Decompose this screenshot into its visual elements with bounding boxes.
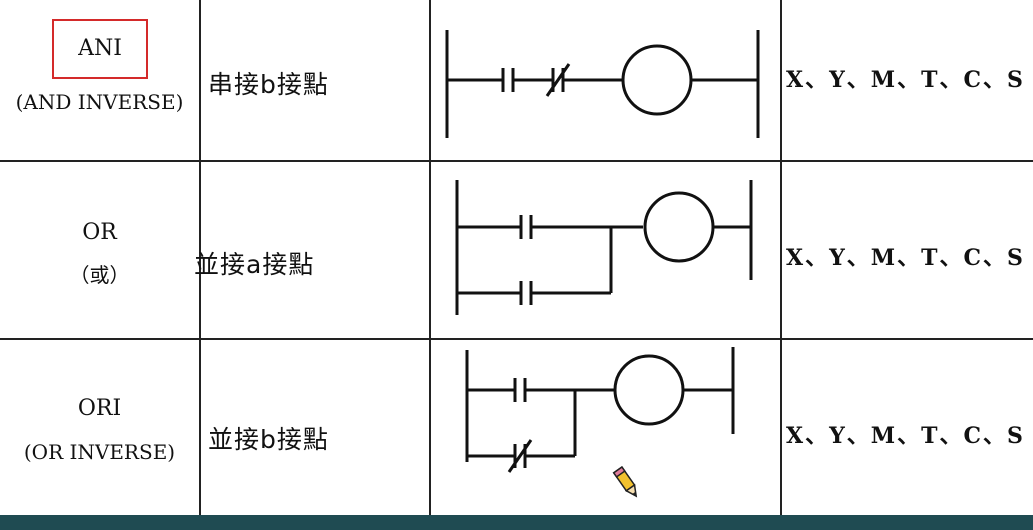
instruction-ani-sub: (AND INVERSE) xyxy=(15,90,184,114)
ladder-diagram-ori xyxy=(465,347,735,473)
grid-line xyxy=(0,160,1033,162)
instruction-or-sub: （或） xyxy=(69,263,130,287)
ladder-diagram-ani xyxy=(445,30,760,138)
devices-ori: X、Y、M、T、C、S xyxy=(786,423,1025,449)
instruction-ori: ORI xyxy=(77,396,122,421)
grid-line xyxy=(429,0,431,515)
instruction-table: ANI (AND INVERSE) 串接b接點 X、Y、M、T、C、S OR （… xyxy=(0,0,1033,515)
devices-ani: X、Y、M、T、C、S xyxy=(786,67,1025,93)
ladder-diagram-or xyxy=(455,180,753,315)
grid-line xyxy=(0,338,1033,340)
pencil-cursor-icon xyxy=(612,465,638,498)
description-ani: 串接b接點 xyxy=(208,70,329,99)
description-or: 並接a接點 xyxy=(194,250,315,279)
instruction-or: OR xyxy=(82,220,117,245)
instruction-ori-sub: (OR INVERSE) xyxy=(23,440,176,464)
description-ori: 並接b接點 xyxy=(208,425,329,454)
devices-or: X、Y、M、T、C、S xyxy=(786,245,1025,271)
instruction-ani: ANI xyxy=(78,36,122,61)
taskbar xyxy=(0,515,1033,530)
grid-line xyxy=(780,0,782,515)
